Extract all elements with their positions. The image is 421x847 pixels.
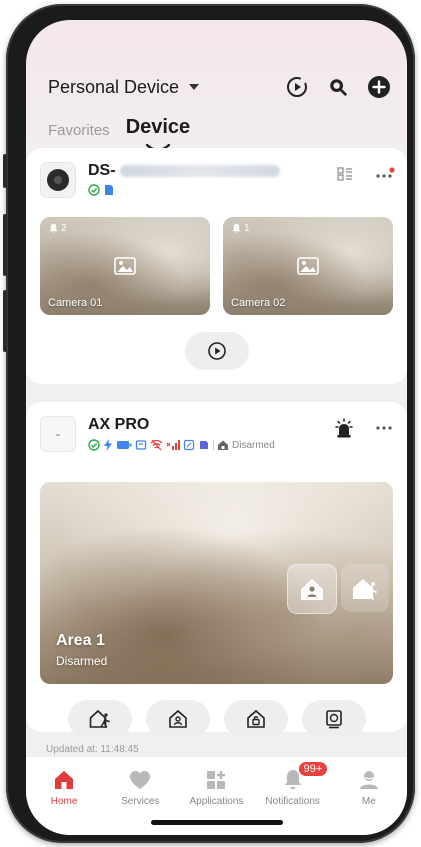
- screen: Personal Device Favorites Device DS- 2 C…: [26, 20, 407, 835]
- live-view-button[interactable]: [184, 332, 249, 370]
- device-name-row: DS-: [88, 162, 280, 180]
- updated-timestamp: Updated at: 11:48:45: [46, 744, 139, 755]
- arm-status: Disarmed: [232, 439, 275, 451]
- tab-bar-top: Favorites Device: [48, 116, 191, 151]
- bell-icon: [49, 223, 58, 233]
- camera-lens-icon: [47, 169, 69, 191]
- tab-notifications[interactable]: 99+ Notifications: [258, 761, 329, 807]
- away-arm-mode-button[interactable]: [341, 564, 389, 612]
- area-tile[interactable]: Area 1 Disarmed: [40, 482, 393, 684]
- device-header: AX PRO Disarmed: [40, 416, 395, 452]
- alarm-badge: 2: [48, 223, 67, 234]
- bottom-tab-bar: Home Services Applications 99+ Notificat…: [26, 757, 407, 835]
- tab-services[interactable]: Services: [105, 767, 175, 807]
- more-icon[interactable]: [375, 167, 395, 181]
- playback-icon[interactable]: [285, 75, 309, 99]
- notification-badge: 99+: [297, 761, 329, 777]
- phone-frame: Personal Device Favorites Device DS- 2 C…: [3, 4, 415, 843]
- stay-arm-mode-button[interactable]: [287, 564, 337, 614]
- device-info: DS-: [88, 162, 280, 196]
- alarm-badge: 1: [231, 223, 250, 234]
- clear-alarm-button[interactable]: [301, 700, 366, 738]
- tab-me[interactable]: Me: [334, 767, 404, 807]
- clear-alarm-icon: [325, 710, 342, 729]
- camera-tile-02[interactable]: 1 Camera 02: [223, 217, 393, 315]
- header-actions: [285, 75, 391, 99]
- redacted-serial: [119, 165, 280, 177]
- away-mode-icon: [89, 709, 110, 728]
- heart-icon: [130, 771, 151, 789]
- sd-card-icon: [105, 185, 113, 195]
- alarm-count: 2: [61, 223, 67, 234]
- header: Personal Device: [48, 72, 391, 102]
- camera-thumbnails: 2 Camera 01 1 Camera 02: [40, 217, 393, 315]
- disarm-mode-icon: [246, 709, 265, 728]
- area-status: Disarmed: [56, 654, 108, 668]
- apps-grid-icon: [207, 771, 226, 789]
- list-view-icon[interactable]: [337, 166, 353, 182]
- mute-switch: [3, 154, 7, 188]
- device-card-ds[interactable]: DS- 2 Camera 01 1 Camera 02: [26, 148, 407, 384]
- battery-icon: [117, 441, 132, 449]
- play-icon: [207, 342, 226, 360]
- tab-label: Me: [361, 796, 376, 807]
- page-title[interactable]: Personal Device: [48, 77, 179, 98]
- device-info: AX PRO Disarmed: [88, 416, 275, 451]
- camera-device-thumbnail: [40, 162, 76, 198]
- cellular-off-icon: [166, 440, 180, 450]
- user-icon: [359, 771, 378, 789]
- home-icon: [55, 771, 74, 789]
- tab-home[interactable]: Home: [29, 767, 99, 807]
- home-person-icon: [301, 579, 323, 600]
- device-name: AX PRO: [88, 416, 150, 433]
- tab-favorites[interactable]: Favorites: [48, 122, 110, 139]
- arm-controls: [26, 700, 407, 738]
- tab-label: Home: [50, 796, 78, 807]
- tab-label: Notifications: [265, 796, 320, 807]
- more-icon[interactable]: [375, 421, 395, 435]
- device-actions: [335, 418, 395, 438]
- tab-device-label: Device: [125, 116, 191, 138]
- stay-arm-button[interactable]: [145, 700, 210, 738]
- cloud-link-icon: [183, 439, 195, 451]
- tab-applications[interactable]: Applications: [181, 767, 251, 807]
- camera-label: Camera 02: [231, 297, 286, 309]
- device-name: DS-: [88, 162, 116, 179]
- stay-mode-icon: [168, 709, 187, 728]
- power-bolt-icon: [104, 439, 112, 451]
- image-icon: [297, 257, 319, 275]
- tab-device[interactable]: Device: [125, 116, 191, 151]
- device-status-icons: Disarmed: [88, 439, 275, 451]
- volume-down-button: [3, 290, 7, 352]
- chevron-down-icon[interactable]: [189, 84, 200, 90]
- storage-icon: [200, 441, 208, 449]
- siren-icon[interactable]: [335, 418, 353, 438]
- tab-label: Applications: [189, 796, 244, 807]
- bell-icon: [232, 223, 241, 233]
- tab-label: Services: [121, 796, 160, 807]
- area-name: Area 1: [56, 632, 105, 649]
- camera-label: Camera 01: [48, 297, 103, 309]
- home-walk-icon: [353, 579, 377, 600]
- volume-up-button: [3, 214, 7, 276]
- search-icon[interactable]: [327, 76, 349, 98]
- device-status-icons: [88, 184, 280, 196]
- separator: [213, 440, 214, 450]
- add-icon[interactable]: [367, 75, 391, 99]
- ethernet-icon: [135, 440, 147, 450]
- home-indicator[interactable]: [150, 820, 283, 825]
- alarm-panel-thumbnail: [40, 416, 76, 452]
- home-lock-icon: [218, 440, 228, 450]
- online-check-icon: [88, 184, 100, 196]
- device-card-ax-pro[interactable]: AX PRO Disarmed Area 1 Disarmed: [26, 402, 407, 738]
- online-check-icon: [88, 439, 100, 451]
- image-icon: [114, 257, 136, 275]
- alarm-count: 1: [244, 223, 250, 234]
- camera-tile-01[interactable]: 2 Camera 01: [40, 217, 210, 315]
- away-arm-button[interactable]: [67, 700, 132, 738]
- disarm-button[interactable]: [223, 700, 288, 738]
- device-actions: [337, 166, 395, 182]
- device-header: DS-: [40, 162, 395, 202]
- wifi-off-icon: [150, 439, 163, 451]
